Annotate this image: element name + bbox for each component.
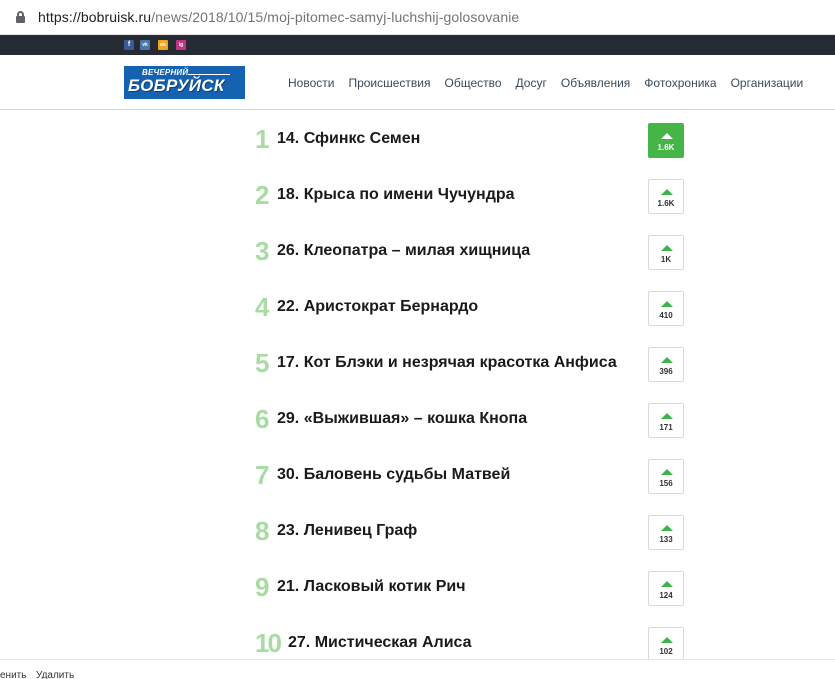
rank-number: 2 xyxy=(255,180,269,210)
vote-count: 396 xyxy=(659,367,673,376)
item-title: 17. Кот Блэки и незрячая красотка Анфиса xyxy=(277,354,617,371)
rank-number: 5 xyxy=(255,348,269,378)
upvote-arrow-icon xyxy=(661,581,673,587)
vote-button[interactable]: 156 xyxy=(648,459,684,494)
upvote-arrow-icon xyxy=(661,413,673,419)
rank-number: 7 xyxy=(255,460,269,490)
top-bar: f vk ok ig xyxy=(0,35,835,55)
vote-count: 171 xyxy=(659,423,673,432)
item-title: 23. Ленивец Граф xyxy=(277,522,418,539)
item-title: 18. Крыса по имени Чучундра xyxy=(277,186,515,203)
list-item: 7 30. Баловень судьбы Матвей 156 xyxy=(0,458,835,514)
list-item: 6 29. «Выжившая» – кошка Кнопа 171 xyxy=(0,402,835,458)
rank-number: 10 xyxy=(255,628,282,658)
item-title: 21. Ласковый котик Рич xyxy=(277,578,466,595)
vote-count: 1K xyxy=(660,255,672,264)
edit-link[interactable]: енить xyxy=(0,670,26,679)
facebook-icon[interactable]: f xyxy=(124,40,134,50)
vote-button[interactable]: 102 xyxy=(648,627,684,662)
item-title: 27. Мистическая Алиса xyxy=(288,634,472,651)
vote-button[interactable]: 171 xyxy=(648,403,684,438)
upvote-arrow-icon xyxy=(661,189,673,195)
list-item: 5 17. Кот Блэки и незрячая красотка Анфи… xyxy=(0,346,835,402)
list-item: 8 23. Ленивец Граф 133 xyxy=(0,514,835,570)
item-title: 22. Аристократ Бернардо xyxy=(277,298,479,315)
rank-number: 1 xyxy=(255,124,269,154)
rank-number: 9 xyxy=(255,572,269,602)
upvote-arrow-icon xyxy=(661,357,673,363)
vote-count: 124 xyxy=(659,591,673,600)
instagram-icon[interactable]: ig xyxy=(176,40,186,50)
upvote-arrow-icon xyxy=(661,469,673,475)
vote-button[interactable]: 396 xyxy=(648,347,684,382)
vote-count: 1.6K xyxy=(657,199,675,208)
nav-item-organizations[interactable]: Организации xyxy=(731,76,804,90)
delete-link[interactable]: Удалить xyxy=(36,670,74,679)
browser-address-bar[interactable]: https://bobruisk.ru/news/2018/10/15/moj-… xyxy=(0,0,835,35)
lock-icon xyxy=(16,11,25,23)
list-item: 2 18. Крыса по имени Чучундра 1.6K xyxy=(0,178,835,234)
vote-count: 1.6K xyxy=(657,143,675,152)
item-title: 26. Клеопатра – милая хищница xyxy=(277,242,531,259)
upvote-arrow-icon xyxy=(661,637,673,643)
list-item: 4 22. Аристократ Бернардо 410 xyxy=(0,290,835,346)
item-title: 14. Сфинкс Семен xyxy=(277,130,421,147)
upvote-arrow-icon xyxy=(661,301,673,307)
vote-button[interactable]: 1.6K xyxy=(648,179,684,214)
list-item: 1 14. Сфинкс Семен 1.6K xyxy=(0,122,835,178)
vote-button[interactable]: 410 xyxy=(648,291,684,326)
vote-count: 410 xyxy=(659,311,673,320)
vote-button[interactable]: 124 xyxy=(648,571,684,606)
nav-item-photos[interactable]: Фотохроника xyxy=(644,76,716,90)
rank-number: 6 xyxy=(255,404,269,434)
nav-item-incidents[interactable]: Происшествия xyxy=(348,76,430,90)
url-path: /news/2018/10/15/moj-pitomec-samyj-luchs… xyxy=(151,9,520,25)
vote-count: 133 xyxy=(659,535,673,544)
item-title: 30. Баловень судьбы Матвей xyxy=(277,466,511,483)
rank-number: 8 xyxy=(255,516,269,546)
nav-item-news[interactable]: Новости xyxy=(288,76,334,90)
upvote-arrow-icon xyxy=(661,133,673,139)
vote-button[interactable]: 1K xyxy=(648,235,684,270)
rank-number: 4 xyxy=(255,292,269,322)
site-header: ВЕЧЕРНИЙ БОБРУЙСК Новости Происшествия О… xyxy=(0,55,835,110)
rank-number: 3 xyxy=(255,236,269,266)
vote-count: 156 xyxy=(659,479,673,488)
item-title: 29. «Выжившая» – кошка Кнопа xyxy=(277,410,528,427)
odnoklassniki-icon[interactable]: ok xyxy=(158,40,168,50)
vote-button[interactable]: 133 xyxy=(648,515,684,550)
vote-button[interactable]: 1.6K xyxy=(648,123,684,158)
url-host: https://bobruisk.ru xyxy=(38,9,152,25)
logo-line2: БОБРУЙСК xyxy=(128,76,225,95)
url-text[interactable]: https://bobruisk.ru/news/2018/10/15/moj-… xyxy=(38,9,519,25)
main-nav: Новости Происшествия Общество Досуг Объя… xyxy=(288,76,803,90)
nav-item-society[interactable]: Общество xyxy=(445,76,502,90)
upvote-arrow-icon xyxy=(661,245,673,251)
upvote-arrow-icon xyxy=(661,525,673,531)
list-item: 3 26. Клеопатра – милая хищница 1K xyxy=(0,234,835,290)
site-logo[interactable]: ВЕЧЕРНИЙ БОБРУЙСК xyxy=(124,66,245,99)
vote-count: 102 xyxy=(659,647,673,656)
vk-icon[interactable]: vk xyxy=(140,40,150,50)
bottom-panel: енить Удалить xyxy=(0,659,835,679)
nav-item-leisure[interactable]: Досуг xyxy=(516,76,547,90)
nav-item-ads[interactable]: Объявления xyxy=(561,76,630,90)
list-item: 9 21. Ласковый котик Рич 124 xyxy=(0,570,835,626)
